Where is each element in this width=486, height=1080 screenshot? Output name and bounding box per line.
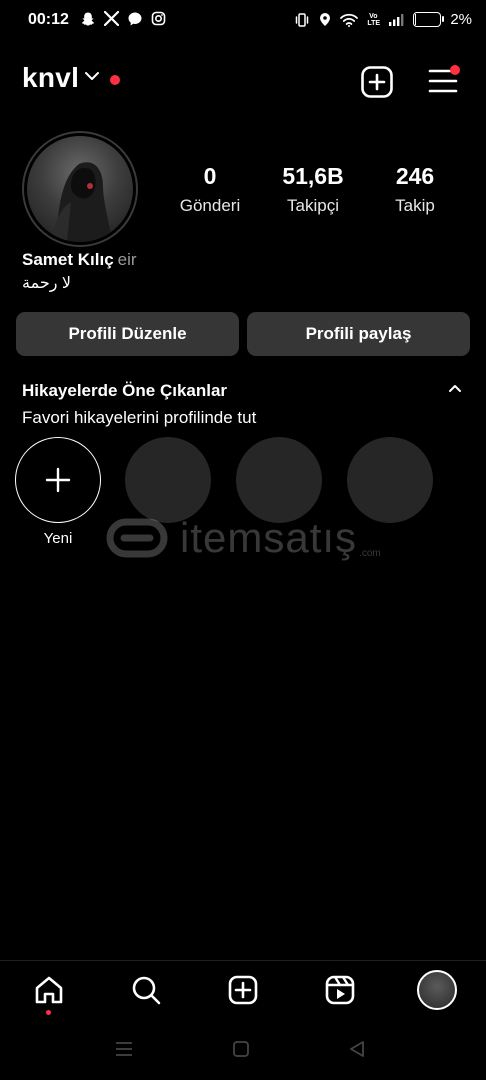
chevron-down-icon[interactable] xyxy=(84,70,100,82)
back-icon[interactable] xyxy=(348,1040,366,1058)
highlights-title: Hikayelerde Öne Çıkanlar xyxy=(22,381,228,400)
snapchat-icon xyxy=(81,12,95,26)
watermark-logo-icon xyxy=(106,518,168,558)
stat-followers[interactable]: 51,6B Takipçi xyxy=(258,163,368,216)
stat-posts-label: Gönderi xyxy=(179,196,241,215)
nav-home[interactable] xyxy=(29,970,69,1010)
status-time: 00:12 xyxy=(28,11,69,28)
share-profile-button[interactable]: Profili paylaş xyxy=(247,312,470,356)
instagram-icon xyxy=(151,11,166,26)
reels-icon xyxy=(325,975,355,1005)
create-new-icon[interactable] xyxy=(360,65,394,99)
account-switcher-username[interactable]: knvl xyxy=(22,62,79,94)
nav-reels[interactable] xyxy=(320,970,360,1010)
x-icon xyxy=(104,11,119,26)
stat-followers-label: Takipçi xyxy=(287,196,339,215)
volte-icon: Vo LTE xyxy=(367,12,381,27)
battery-icon xyxy=(413,12,445,27)
highlights-subtitle: Favori hikayelerini profilinde tut xyxy=(22,408,257,427)
battery-percent: 2% xyxy=(450,11,472,28)
highlight-placeholder xyxy=(236,437,322,523)
pronouns: eir xyxy=(117,250,137,269)
stat-followers-value: 51,6B xyxy=(282,163,344,189)
bio-text: لا رحمة xyxy=(22,275,72,292)
highlight-placeholder xyxy=(125,437,211,523)
vibrate-icon xyxy=(296,12,309,27)
notification-icons xyxy=(80,11,166,27)
nav-search[interactable] xyxy=(126,970,166,1010)
recent-apps-icon[interactable] xyxy=(115,1040,133,1058)
chevron-up-icon[interactable] xyxy=(448,384,462,394)
profile-name: Samet Kılıç eir xyxy=(22,250,137,270)
home-button-icon[interactable] xyxy=(232,1040,250,1058)
status-bar: 00:12 Vo LTE 2% xyxy=(0,0,486,44)
hooded-figure-image xyxy=(51,162,113,242)
search-icon xyxy=(132,976,161,1005)
edit-profile-button[interactable]: Profili Düzenle xyxy=(16,312,239,356)
profile-avatar[interactable] xyxy=(22,131,138,247)
system-icons: Vo LTE 2% xyxy=(294,11,472,28)
highlight-placeholder xyxy=(347,437,433,523)
menu-notification-dot xyxy=(450,65,460,75)
new-highlight-button[interactable] xyxy=(15,437,101,523)
stat-posts-value: 0 xyxy=(203,163,217,189)
home-notification-dot xyxy=(46,1010,51,1015)
messenger-icon xyxy=(128,12,142,26)
watermark-domain: .com xyxy=(359,547,381,559)
full-name: Samet Kılıç xyxy=(22,250,114,269)
watermark-text: itemsatış xyxy=(180,514,358,561)
wifi-icon xyxy=(340,13,359,27)
nav-create[interactable] xyxy=(223,970,263,1010)
stat-following[interactable]: 246 Takip xyxy=(360,163,470,216)
nav-profile-avatar[interactable] xyxy=(417,970,457,1010)
new-highlight-label: Yeni xyxy=(43,530,73,547)
signal-icon xyxy=(389,14,404,26)
location-icon xyxy=(320,13,331,26)
home-icon xyxy=(35,976,63,1004)
profile-photo xyxy=(27,136,133,242)
account-notification-dot xyxy=(110,75,120,85)
plus-icon xyxy=(45,467,71,493)
watermark: itemsatış .com xyxy=(104,514,381,562)
stat-posts[interactable]: 0 Gönderi xyxy=(155,163,265,216)
stat-following-value: 246 xyxy=(395,163,435,189)
stat-following-label: Takip xyxy=(395,196,435,215)
create-icon xyxy=(228,975,258,1005)
